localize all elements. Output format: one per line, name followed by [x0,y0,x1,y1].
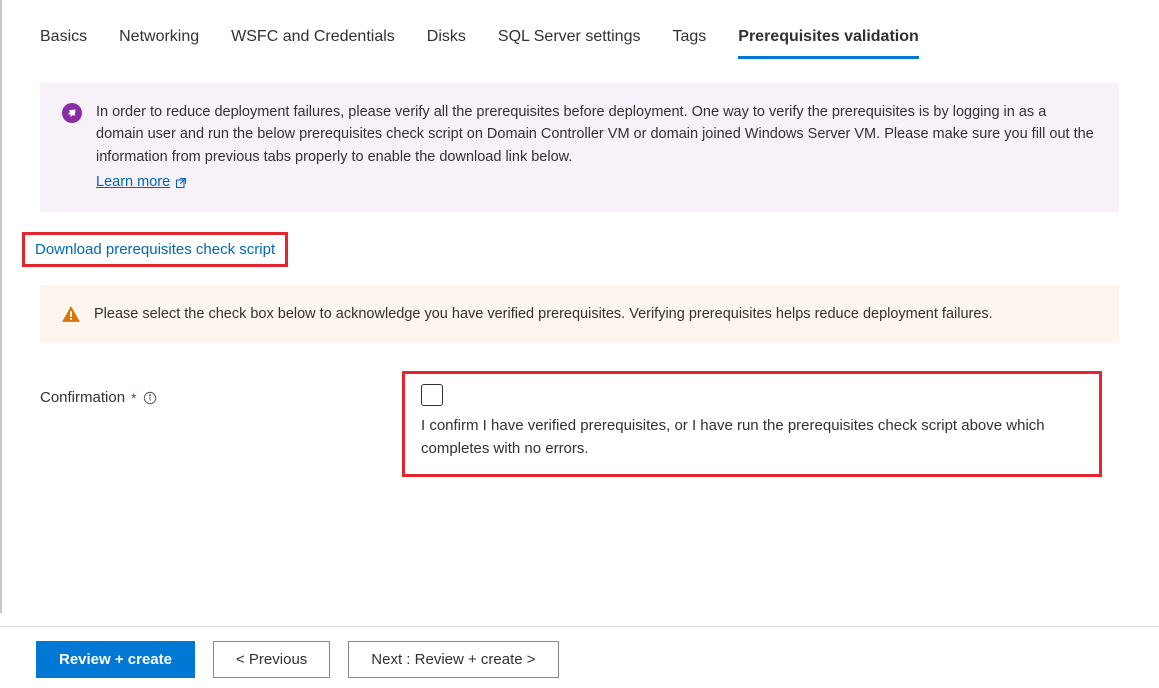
info-banner: In order to reduce deployment failures, … [40,83,1119,212]
external-link-icon [175,177,187,189]
info-banner-text: In order to reduce deployment failures, … [96,104,1094,165]
review-create-button[interactable]: Review + create [36,641,195,678]
tab-bar: Basics Networking WSFC and Credentials D… [40,20,1119,59]
confirmation-highlight: I confirm I have verified prerequisites,… [402,371,1102,477]
confirmation-label: Confirmation [40,389,125,406]
tab-basics[interactable]: Basics [40,20,87,59]
tab-wsfc-credentials[interactable]: WSFC and Credentials [231,20,395,59]
download-prerequisites-link[interactable]: Download prerequisites check script [35,241,275,258]
tab-disks[interactable]: Disks [427,20,466,59]
tab-prerequisites-validation[interactable]: Prerequisites validation [738,20,919,59]
warning-icon [62,305,80,323]
learn-more-link[interactable]: Learn more [96,171,187,193]
rocket-icon [62,103,82,123]
confirmation-description: I confirm I have verified prerequisites,… [421,415,1083,460]
previous-button[interactable]: < Previous [213,641,330,678]
confirmation-checkbox[interactable] [421,384,443,406]
info-icon[interactable] [143,391,157,405]
required-indicator: * [131,390,136,406]
tab-tags[interactable]: Tags [672,20,706,59]
tab-sql-server-settings[interactable]: SQL Server settings [498,20,641,59]
download-link-highlight: Download prerequisites check script [22,232,288,267]
footer-bar: Review + create < Previous Next : Review… [0,626,1159,688]
warning-banner-text: Please select the check box below to ack… [94,303,993,325]
warning-banner: Please select the check box below to ack… [40,285,1119,343]
next-button[interactable]: Next : Review + create > [348,641,558,678]
tab-networking[interactable]: Networking [119,20,199,59]
